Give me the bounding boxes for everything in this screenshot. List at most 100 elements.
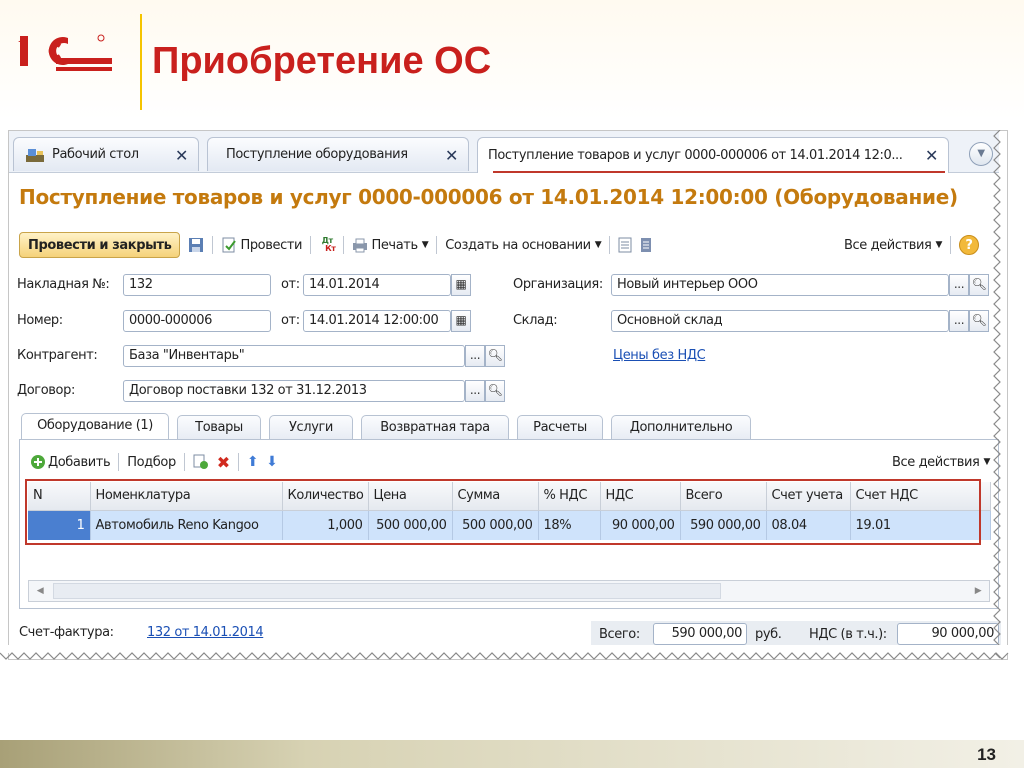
slide-header: Приобретение ОС [0,0,1024,120]
document-tabs: Оборудование (1) Товары Услуги Возвратна… [19,413,999,443]
separator [950,236,951,254]
tab-equipment-receipt[interactable]: Поступление оборудования ✕ [207,137,469,171]
move-up-icon[interactable]: ⬆ [247,454,259,470]
delete-icon[interactable]: ✖ [217,453,230,472]
select-button[interactable]: ... [465,380,485,402]
printer-icon [353,238,368,253]
footer-band [0,740,1024,768]
report-icon[interactable] [640,237,652,253]
add-button[interactable]: Добавить [30,454,111,470]
number-date-field[interactable]: 14.01.2014 12:00:00 [303,310,451,332]
page-number: 13 [977,745,996,764]
total-label: Всего: [599,627,640,642]
app-window: Рабочий стол ✕ Поступление оборудования … [8,130,1008,660]
invoice-number-label: Накладная №: [17,277,110,292]
pick-button[interactable]: Подбор [127,455,176,470]
search-icon[interactable]: 🔍︎ [969,274,989,296]
tab-goods-receipt[interactable]: Поступление товаров и услуг 0000-000006 … [477,137,949,173]
vat-field: 90 000,00 [897,623,999,645]
counterparty-label: Контрагент: [17,348,98,363]
dropdown-arrow-icon: ▼ [935,240,942,250]
search-icon[interactable]: 🔍︎ [485,380,505,402]
number-field[interactable]: 0000-000006 [123,310,271,332]
header-divider [140,14,142,110]
close-icon[interactable]: ✕ [175,146,188,165]
warehouse-field[interactable]: Основной склад [611,310,949,332]
tab-services[interactable]: Услуги [269,415,353,441]
all-actions-menu[interactable]: Все действия ▼ [844,238,942,253]
post-and-close-button[interactable]: Провести и закрыть [19,232,181,258]
calendar-icon[interactable]: ▦ [451,274,471,296]
invoice-label: Счет-фактура: [19,625,114,640]
dt-kt-icon[interactable]: Дт Кт [319,237,336,253]
tab-returnable-packaging[interactable]: Возвратная тара [361,415,509,441]
calendar-icon[interactable]: ▦ [451,310,471,332]
search-icon[interactable]: 🔍︎ [969,310,989,332]
select-button[interactable]: ... [949,310,969,332]
slide-title: Приобретение ОС [152,40,492,82]
save-icon[interactable] [188,237,204,253]
select-button[interactable]: ... [465,345,485,367]
scroll-thumb[interactable] [53,583,721,599]
copy-icon[interactable] [193,454,209,470]
table-all-actions-menu[interactable]: Все действия ▼ [892,455,990,470]
invoice-link[interactable]: 132 от 14.01.2014 [147,625,264,640]
print-button[interactable]: Печать ▼ [352,237,429,253]
desktop-icon [26,148,44,162]
separator [310,236,312,254]
help-icon[interactable]: ? [959,235,979,255]
equipment-panel: Добавить Подбор ✖ ⬆ ⬇ Все действия ▼ N Н… [19,439,999,609]
organization-field[interactable]: Новый интерьер ООО [611,274,949,296]
open-tabs-bar: Рабочий стол ✕ Поступление оборудования … [9,131,999,173]
warehouse-label: Склад: [513,313,558,328]
torn-edge-right [993,130,1001,659]
separator [183,453,185,471]
search-icon[interactable]: 🔍︎ [485,345,505,367]
highlight-frame [25,479,981,545]
organization-label: Организация: [513,277,603,292]
tab-settlements[interactable]: Расчеты [517,415,603,441]
1c-logo-icon [18,34,112,71]
invoice-date-label: от: [281,277,300,292]
select-button[interactable]: ... [949,274,969,296]
contract-label: Договор: [17,383,75,398]
tab-desktop[interactable]: Рабочий стол ✕ [13,137,199,171]
torn-edge-bottom [0,645,1010,660]
total-field: 590 000,00 [653,623,747,645]
move-down-icon[interactable]: ⬇ [266,454,278,470]
number-label: Номер: [17,313,63,328]
close-icon[interactable]: ✕ [445,146,458,165]
tab-goods[interactable]: Товары [177,415,261,441]
tab-label: Рабочий стол [52,147,139,162]
document-title: Поступление товаров и услуг 0000-000006 … [19,185,958,209]
invoice-number-field[interactable]: 132 [123,274,271,296]
create-based-on-button[interactable]: Создать на основании ▼ [445,238,601,253]
separator [609,236,611,254]
command-bar: Провести и закрыть Провести Дт Кт Печать ▼… [19,231,979,259]
post-button[interactable]: Провести [221,237,302,253]
document-structure-icon[interactable] [618,237,632,253]
table-toolbar: Добавить Подбор ✖ ⬆ ⬇ Все действия ▼ [30,450,990,474]
horizontal-scrollbar[interactable]: ◀ ▶ [28,580,990,602]
prices-without-vat-link[interactable]: Цены без НДС [613,348,706,363]
post-icon [222,237,237,253]
number-date-label: от: [281,313,300,328]
separator [436,236,438,254]
close-icon[interactable]: ✕ [925,146,938,165]
tab-label: Поступление товаров и услуг 0000-000006 … [488,148,903,163]
equipment-table: N Номенклатура Количество Цена Сумма % Н… [25,479,991,552]
contract-field[interactable]: Договор поставки 132 от 31.12.2013 [123,380,465,402]
separator [212,236,214,254]
active-tab-underline [493,171,945,173]
dropdown-arrow-icon: ▼ [421,240,429,250]
dropdown-arrow-icon: ▼ [594,240,602,250]
slide: Приобретение ОС Рабочий стол ✕ Поступлен… [0,0,1024,768]
tab-additional[interactable]: Дополнительно [611,415,751,441]
scroll-right-icon[interactable]: ▶ [967,581,989,601]
scroll-left-icon[interactable]: ◀ [29,581,51,601]
separator [343,236,345,254]
tab-equipment[interactable]: Оборудование (1) [21,413,169,441]
counterparty-field[interactable]: База "Инвентарь" [123,345,465,367]
vat-label: НДС (в т.ч.): [809,627,887,642]
invoice-date-field[interactable]: 14.01.2014 [303,274,451,296]
